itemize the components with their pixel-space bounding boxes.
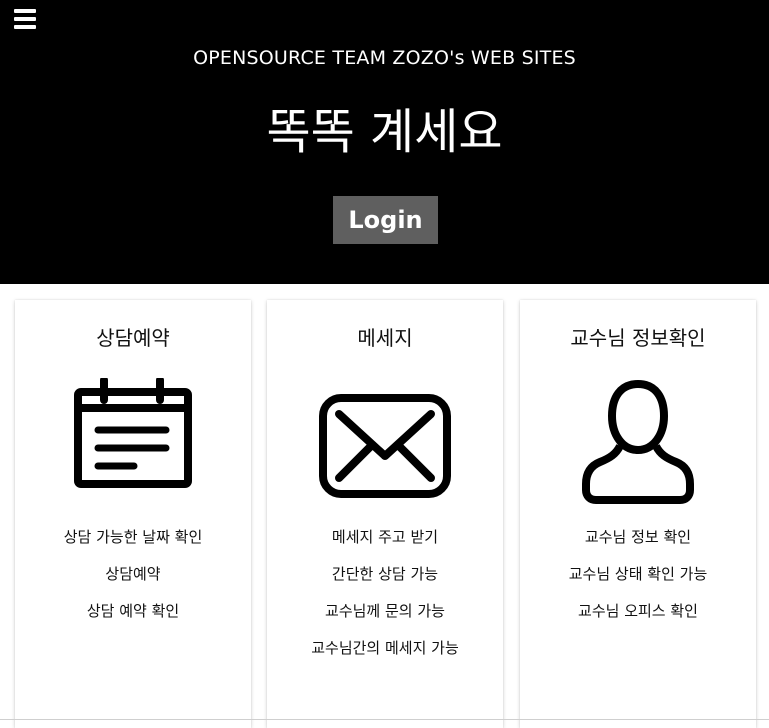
- site-subtitle: OPENSOURCE TEAM ZOZO's WEB SITES: [193, 47, 576, 69]
- page-title: 똑똑 계세요: [266, 104, 503, 160]
- list-item: 교수님간의 메세지 가능: [311, 639, 459, 657]
- hero-header: OPENSOURCE TEAM ZOZO's WEB SITES 똑똑 계세요 …: [0, 0, 769, 284]
- list-item: 교수님 정보 확인: [584, 528, 692, 546]
- card-professor-info[interactable]: 교수님 정보확인 교수님 정보 확인 교수님 상태 확인 가능 교수님 오피스 …: [520, 300, 756, 728]
- card-message[interactable]: 메세지 메세지 주고 받기 간단한 상담 가능 교수님께 문의 가능 교수님간의…: [267, 300, 503, 728]
- calendar-icon: [74, 378, 192, 488]
- list-item: 상담예약: [105, 565, 161, 583]
- login-button[interactable]: Login: [333, 196, 438, 244]
- menu-bar: [14, 25, 36, 29]
- list-item: 상담 가능한 날짜 확인: [63, 528, 203, 546]
- menu-bar: [14, 9, 36, 13]
- divider: [0, 719, 769, 720]
- list-item: 교수님께 문의 가능: [325, 602, 445, 620]
- list-item: 간단한 상담 가능: [331, 565, 439, 583]
- list-item: 메세지 주고 받기: [331, 528, 439, 546]
- feature-list: 상담 가능한 날짜 확인 상담예약 상담 예약 확인: [15, 526, 251, 637]
- hamburger-menu-icon[interactable]: [14, 9, 36, 29]
- envelope-icon: [319, 394, 451, 498]
- list-item: 상담 예약 확인: [86, 602, 180, 620]
- card-title: 메세지: [357, 326, 413, 350]
- card-title: 상담예약: [96, 326, 170, 350]
- card-reservation[interactable]: 상담예약 상담 가능한 날짜 확인 상담예약 상담 예약 확인: [15, 300, 251, 728]
- card-title: 교수님 정보확인: [570, 326, 706, 350]
- feature-list: 메세지 주고 받기 간단한 상담 가능 교수님께 문의 가능 교수님간의 메세지…: [267, 526, 503, 674]
- menu-bar: [14, 17, 36, 21]
- list-item: 교수님 상태 확인 가능: [568, 565, 708, 583]
- list-item: 교수님 오피스 확인: [578, 602, 698, 620]
- feature-list: 교수님 정보 확인 교수님 상태 확인 가능 교수님 오피스 확인: [520, 526, 756, 637]
- user-icon: [582, 379, 694, 504]
